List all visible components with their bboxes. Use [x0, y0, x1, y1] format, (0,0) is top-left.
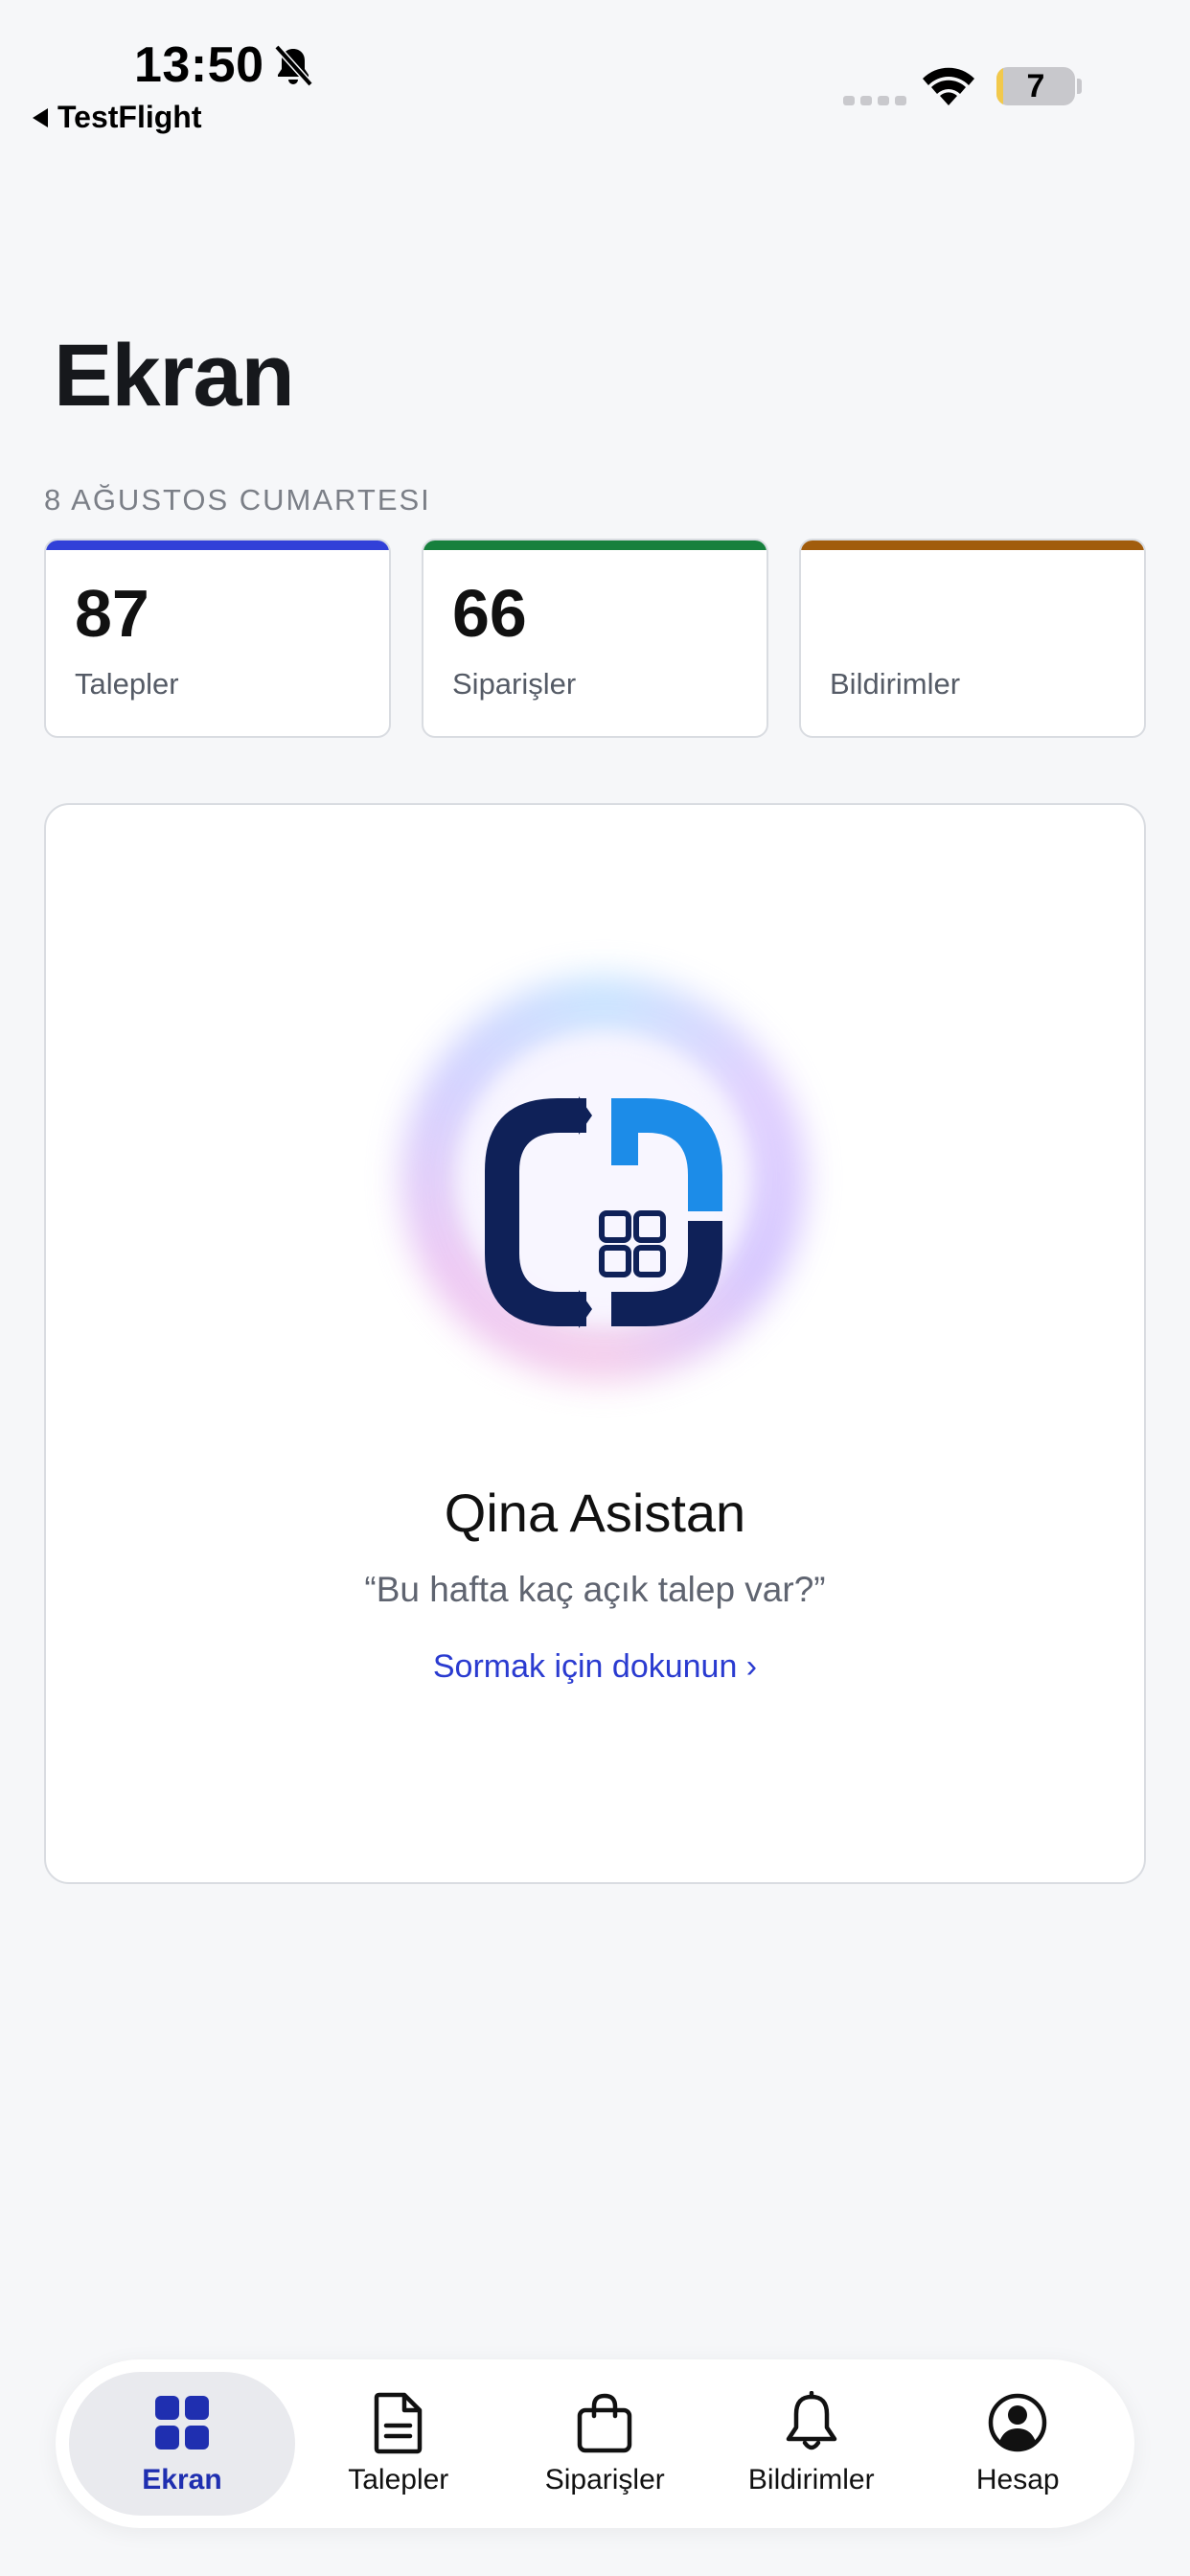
page-title: Ekran: [54, 327, 295, 425]
stat-card-siparisler[interactable]: 66 Siparişler: [422, 539, 768, 738]
stat-card-accent-bar: [423, 540, 767, 550]
back-link-label: TestFlight: [57, 100, 202, 134]
bell-icon: [786, 2391, 836, 2450]
profile-icon: [989, 2393, 1047, 2452]
tab-ekran[interactable]: Ekran: [69, 2372, 295, 2516]
tab-talepler[interactable]: Talepler: [295, 2372, 502, 2516]
stat-label: Talepler: [75, 667, 179, 701]
back-arrow-icon: [33, 107, 48, 127]
assistant-card[interactable]: Qina Asistan “Bu hafta kaç açık talep va…: [44, 803, 1146, 1884]
wifi-icon: [923, 67, 974, 105]
battery-cap: [1077, 79, 1082, 94]
status-time: 13:50: [134, 37, 264, 93]
qina-logo-icon: [485, 1096, 722, 1328]
tab-label: Ekran: [142, 2464, 222, 2496]
tab-label: Bildirimler: [747, 2464, 875, 2496]
stat-value: 66: [452, 576, 527, 651]
battery-indicator: 7: [996, 67, 1075, 105]
status-bar: 13:50 TestFlight 7: [0, 0, 1190, 144]
grid-icon: [155, 2396, 209, 2450]
tab-label: Talepler: [348, 2464, 449, 2496]
tab-bar: Ekran Talepler Siparişler Bildirimler He…: [56, 2359, 1134, 2528]
stats-row: 87 Talepler 66 Siparişler Bildirimler: [44, 539, 1146, 738]
assistant-example-question: “Bu hafta kaç açık talep var?”: [364, 1570, 826, 1609]
tab-label: Hesap: [975, 2464, 1060, 2496]
stat-card-accent-bar: [46, 540, 389, 550]
assistant-ask-link[interactable]: Sormak için dokunun ›: [46, 1648, 1144, 1686]
tab-bildirimler[interactable]: Bildirimler: [708, 2372, 915, 2516]
stat-card-talepler[interactable]: 87 Talepler: [44, 539, 391, 738]
stat-label: Siparişler: [452, 667, 577, 701]
tab-label: Siparişler: [544, 2464, 665, 2496]
cellular-signal-icon: [843, 96, 906, 105]
stat-card-bildirimler[interactable]: Bildirimler: [799, 539, 1146, 738]
assistant-title: Qina Asistan: [444, 1483, 746, 1543]
tab-siparisler[interactable]: Siparişler: [502, 2372, 709, 2516]
document-icon: [374, 2392, 422, 2454]
battery-level-text: 7: [1026, 67, 1045, 104]
date-label: 8 AĞUSTOS CUMARTESI: [44, 483, 431, 517]
back-to-testflight-link[interactable]: TestFlight: [33, 100, 202, 135]
stat-label: Bildirimler: [830, 667, 961, 701]
stat-value: 87: [75, 576, 149, 651]
bell-slash-icon: [274, 44, 313, 87]
bag-icon: [578, 2393, 632, 2453]
tab-hesap[interactable]: Hesap: [915, 2372, 1122, 2516]
stat-card-accent-bar: [801, 540, 1144, 550]
